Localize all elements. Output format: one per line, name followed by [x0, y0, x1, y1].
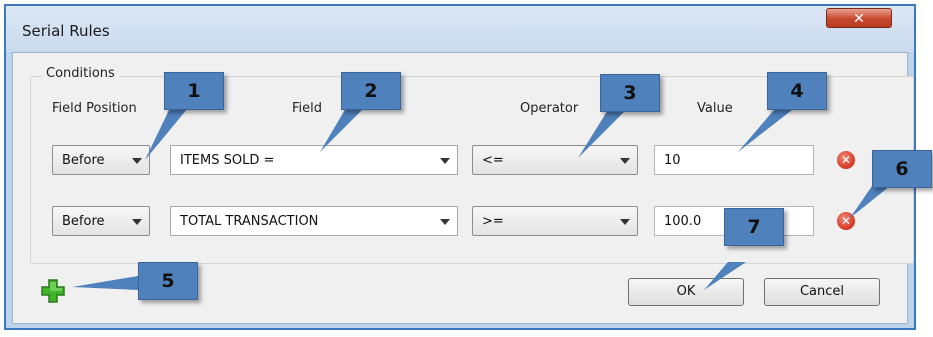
callout-4: 4	[767, 72, 827, 110]
callout-7-pointer	[704, 262, 746, 290]
callout-1-pointer	[145, 108, 188, 160]
callout-6: 6	[872, 150, 932, 188]
callout-6-pointer	[850, 186, 890, 218]
callout-2: 2	[341, 72, 401, 110]
callout-3: 3	[600, 74, 660, 112]
callout-3-pointer	[578, 110, 626, 158]
callout-2-pointer	[320, 108, 364, 152]
screenshot: Serial Rules ✕ Conditions Field Position…	[0, 0, 933, 337]
callout-4-pointer	[738, 110, 792, 152]
callout-7: 7	[724, 208, 784, 246]
callout-5-pointer	[72, 276, 138, 290]
callout-5: 5	[138, 262, 198, 300]
callout-1: 1	[164, 72, 224, 110]
